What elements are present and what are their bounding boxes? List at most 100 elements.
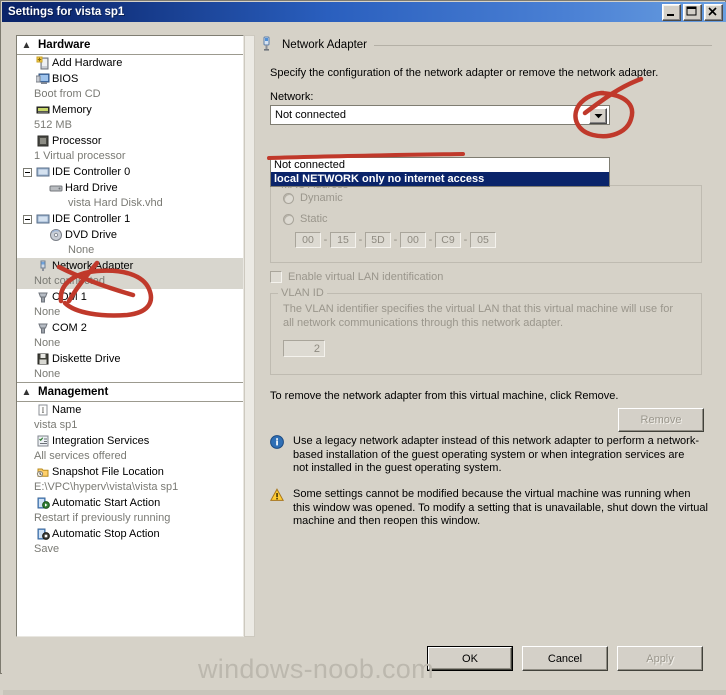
- tree-item-bios[interactable]: BIOS: [17, 71, 243, 87]
- start-action-icon: [34, 495, 52, 511]
- tree-item-com-2[interactable]: COM 2: [17, 320, 243, 336]
- dropdown-option-not-connected[interactable]: Not connected: [271, 158, 609, 172]
- mac-separator: -: [393, 234, 398, 246]
- minimize-icon[interactable]: [662, 4, 681, 21]
- tree-item-ide-controller-1[interactable]: IDE Controller 1: [17, 211, 243, 227]
- collapse-expander-icon[interactable]: [21, 164, 34, 180]
- close-icon[interactable]: [704, 4, 723, 21]
- tree-sublabel-automatic-stop-action: Save: [34, 543, 60, 555]
- warning-note: Some settings cannot be modified because…: [269, 488, 710, 529]
- tree-label: Diskette Drive: [52, 353, 121, 365]
- tree-label: Automatic Start Action: [52, 497, 161, 509]
- vlan-checkbox-label: Enable virtual LAN identification: [288, 271, 444, 283]
- tree-sublabel-snapshot-file-location: E:\VPC\hyperv\vista\vista sp1: [34, 481, 179, 493]
- mac-octet-6[interactable]: 05: [470, 232, 496, 248]
- section-label-hardware: Hardware: [38, 39, 91, 51]
- window-title: Settings for vista sp1: [8, 6, 125, 18]
- settings-tree[interactable]: ▲ Hardware Add Hardware BIOS Boot from C…: [16, 35, 244, 637]
- tree-sublabel-com-2: None: [34, 337, 61, 349]
- info-note: Use a legacy network adapter instead of …: [270, 435, 702, 476]
- mac-dynamic-label: Dynamic: [300, 192, 343, 204]
- tree-label: Add Hardware: [52, 57, 123, 69]
- network-adapter-icon: [260, 36, 274, 55]
- tree-label: BIOS: [52, 73, 79, 85]
- tree-label: Automatic Stop Action: [52, 528, 160, 540]
- tree-item-com-1[interactable]: COM 1: [17, 289, 243, 305]
- remove-button[interactable]: Remove: [618, 408, 704, 432]
- radio-static[interactable]: [283, 213, 294, 225]
- mac-static-radio-row[interactable]: Static: [283, 210, 328, 228]
- tree-item-dvd-drive[interactable]: DVD Drive: [17, 227, 243, 243]
- com-port-icon: [34, 289, 52, 305]
- mac-octet-2[interactable]: 15: [330, 232, 356, 248]
- dropdown-option-local-network[interactable]: local NETWORK only no internet access: [271, 172, 609, 186]
- name-icon: I: [34, 402, 52, 418]
- cancel-button[interactable]: Cancel: [522, 646, 608, 671]
- tree-item-diskette-drive[interactable]: Diskette Drive: [17, 351, 243, 367]
- com-port-icon: [34, 320, 52, 336]
- mac-separator: -: [358, 234, 363, 246]
- mac-octet-5[interactable]: C9: [435, 232, 461, 248]
- stop-action-icon: [34, 526, 52, 542]
- mac-separator: -: [323, 234, 328, 246]
- chevron-down-icon[interactable]: [589, 108, 607, 124]
- network-dropdown-list[interactable]: Not connected local NETWORK only no inte…: [270, 157, 610, 187]
- tree-label: Name: [52, 404, 82, 416]
- checkbox-enable-vlan[interactable]: [270, 271, 282, 283]
- warning-note-text: Some settings cannot be modified because…: [293, 488, 708, 527]
- tree-item-memory[interactable]: Memory: [17, 102, 243, 118]
- tree-sublabel-hard-drive: vista Hard Disk.vhd: [68, 197, 163, 209]
- apply-button[interactable]: Apply: [617, 646, 703, 671]
- tree-sublabel-com-1: None: [34, 306, 61, 318]
- warning-icon: [269, 488, 285, 529]
- maximize-icon[interactable]: [683, 4, 702, 21]
- integration-services-icon: [34, 433, 52, 449]
- tree-item-name[interactable]: I Name: [17, 402, 243, 418]
- info-icon: [270, 435, 284, 476]
- status-strip: [3, 690, 726, 695]
- svg-text:I: I: [42, 406, 45, 415]
- title-bar: Settings for vista sp1: [2, 2, 726, 22]
- mac-octet-3[interactable]: 5D: [365, 232, 391, 248]
- tree-label: Network Adapter: [52, 260, 134, 272]
- tree-section-hardware[interactable]: ▲ Hardware: [17, 36, 243, 55]
- tree-item-automatic-start-action[interactable]: Automatic Start Action: [17, 495, 243, 511]
- panel-description: Specify the configuration of the network…: [270, 67, 659, 79]
- settings-window: Settings for vista sp1 ▲ Hardware Add Ha…: [0, 0, 726, 695]
- radio-dynamic[interactable]: [283, 192, 294, 204]
- chevron-up-icon: ▲: [21, 39, 32, 51]
- panel-rule: [374, 44, 712, 46]
- tree-item-add-hardware[interactable]: Add Hardware: [17, 55, 243, 71]
- tree-section-management[interactable]: ▲ Management: [17, 382, 243, 402]
- panel-header: Network Adapter: [260, 35, 712, 55]
- ok-button-label: OK: [428, 647, 512, 670]
- tree-scrollbar[interactable]: [244, 35, 255, 637]
- tree-label: DVD Drive: [65, 229, 117, 241]
- collapse-expander-icon[interactable]: [21, 211, 34, 227]
- tree-item-automatic-stop-action[interactable]: Automatic Stop Action: [17, 526, 243, 542]
- add-hardware-icon: [34, 55, 52, 71]
- tree-item-snapshot-file-location[interactable]: Snapshot File Location: [17, 464, 243, 480]
- network-selected-value: Not connected: [275, 109, 346, 121]
- network-adapter-panel: Network Adapter Specify the configuratio…: [260, 35, 712, 637]
- network-adapter-icon: [34, 258, 52, 274]
- ok-button[interactable]: OK: [427, 646, 513, 671]
- vlan-enable-checkbox-row[interactable]: Enable virtual LAN identification: [270, 271, 443, 283]
- tree-label: COM 1: [52, 291, 87, 303]
- vlan-id-input[interactable]: 2: [283, 340, 325, 357]
- tree-item-network-adapter[interactable]: Network Adapter: [17, 258, 243, 274]
- tree-sublabel-dvd-drive: None: [68, 244, 95, 256]
- mac-address-fields[interactable]: 00 - 15 - 5D - 00 - C9 - 05: [295, 232, 496, 248]
- mac-octet-1[interactable]: 00: [295, 232, 321, 248]
- network-select[interactable]: Not connected: [270, 105, 610, 125]
- mac-octet-4[interactable]: 00: [400, 232, 426, 248]
- watermark: windows-noob.com: [198, 654, 434, 684]
- tree-item-ide-controller-0[interactable]: IDE Controller 0: [17, 164, 243, 180]
- mac-dynamic-radio-row[interactable]: Dynamic: [283, 189, 343, 207]
- tree-item-integration-services[interactable]: Integration Services: [17, 433, 243, 449]
- tree-item-hard-drive[interactable]: Hard Drive: [17, 180, 243, 196]
- tree-item-processor[interactable]: Processor: [17, 133, 243, 149]
- vlan-id-group-label: VLAN ID: [278, 287, 327, 299]
- mac-static-label: Static: [300, 213, 328, 225]
- processor-icon: [34, 133, 52, 149]
